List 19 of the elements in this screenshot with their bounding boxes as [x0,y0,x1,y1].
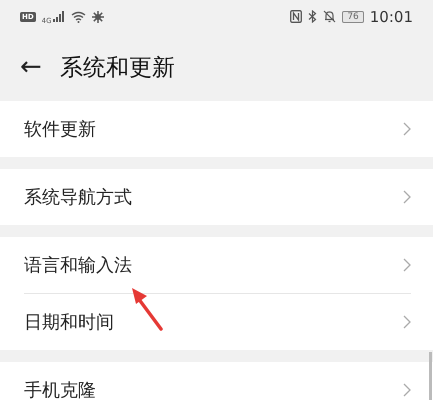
chevron-right-icon [403,258,411,272]
settings-item[interactable]: 软件更新 [24,101,411,157]
nfc-icon [290,10,302,23]
wifi-icon [70,10,86,22]
chevron-right-icon [403,122,411,136]
chevron-right-icon [403,190,411,204]
battery-indicator: 76 [342,10,364,22]
scroll-bar [429,352,432,400]
settings-item[interactable]: 系统导航方式 [24,169,411,225]
settings-item[interactable]: 手机克隆 [24,362,411,400]
settings-item[interactable]: 语言和输入法 [24,237,411,293]
signal-icon [52,11,65,22]
chevron-right-icon [403,315,411,329]
back-button[interactable]: ← [20,52,42,82]
bluetooth-icon [308,10,318,23]
bell-off-icon [323,10,336,23]
chevron-right-icon [403,383,411,397]
page-title: 系统和更新 [60,54,175,82]
clock-time: 10:01 [370,8,413,26]
